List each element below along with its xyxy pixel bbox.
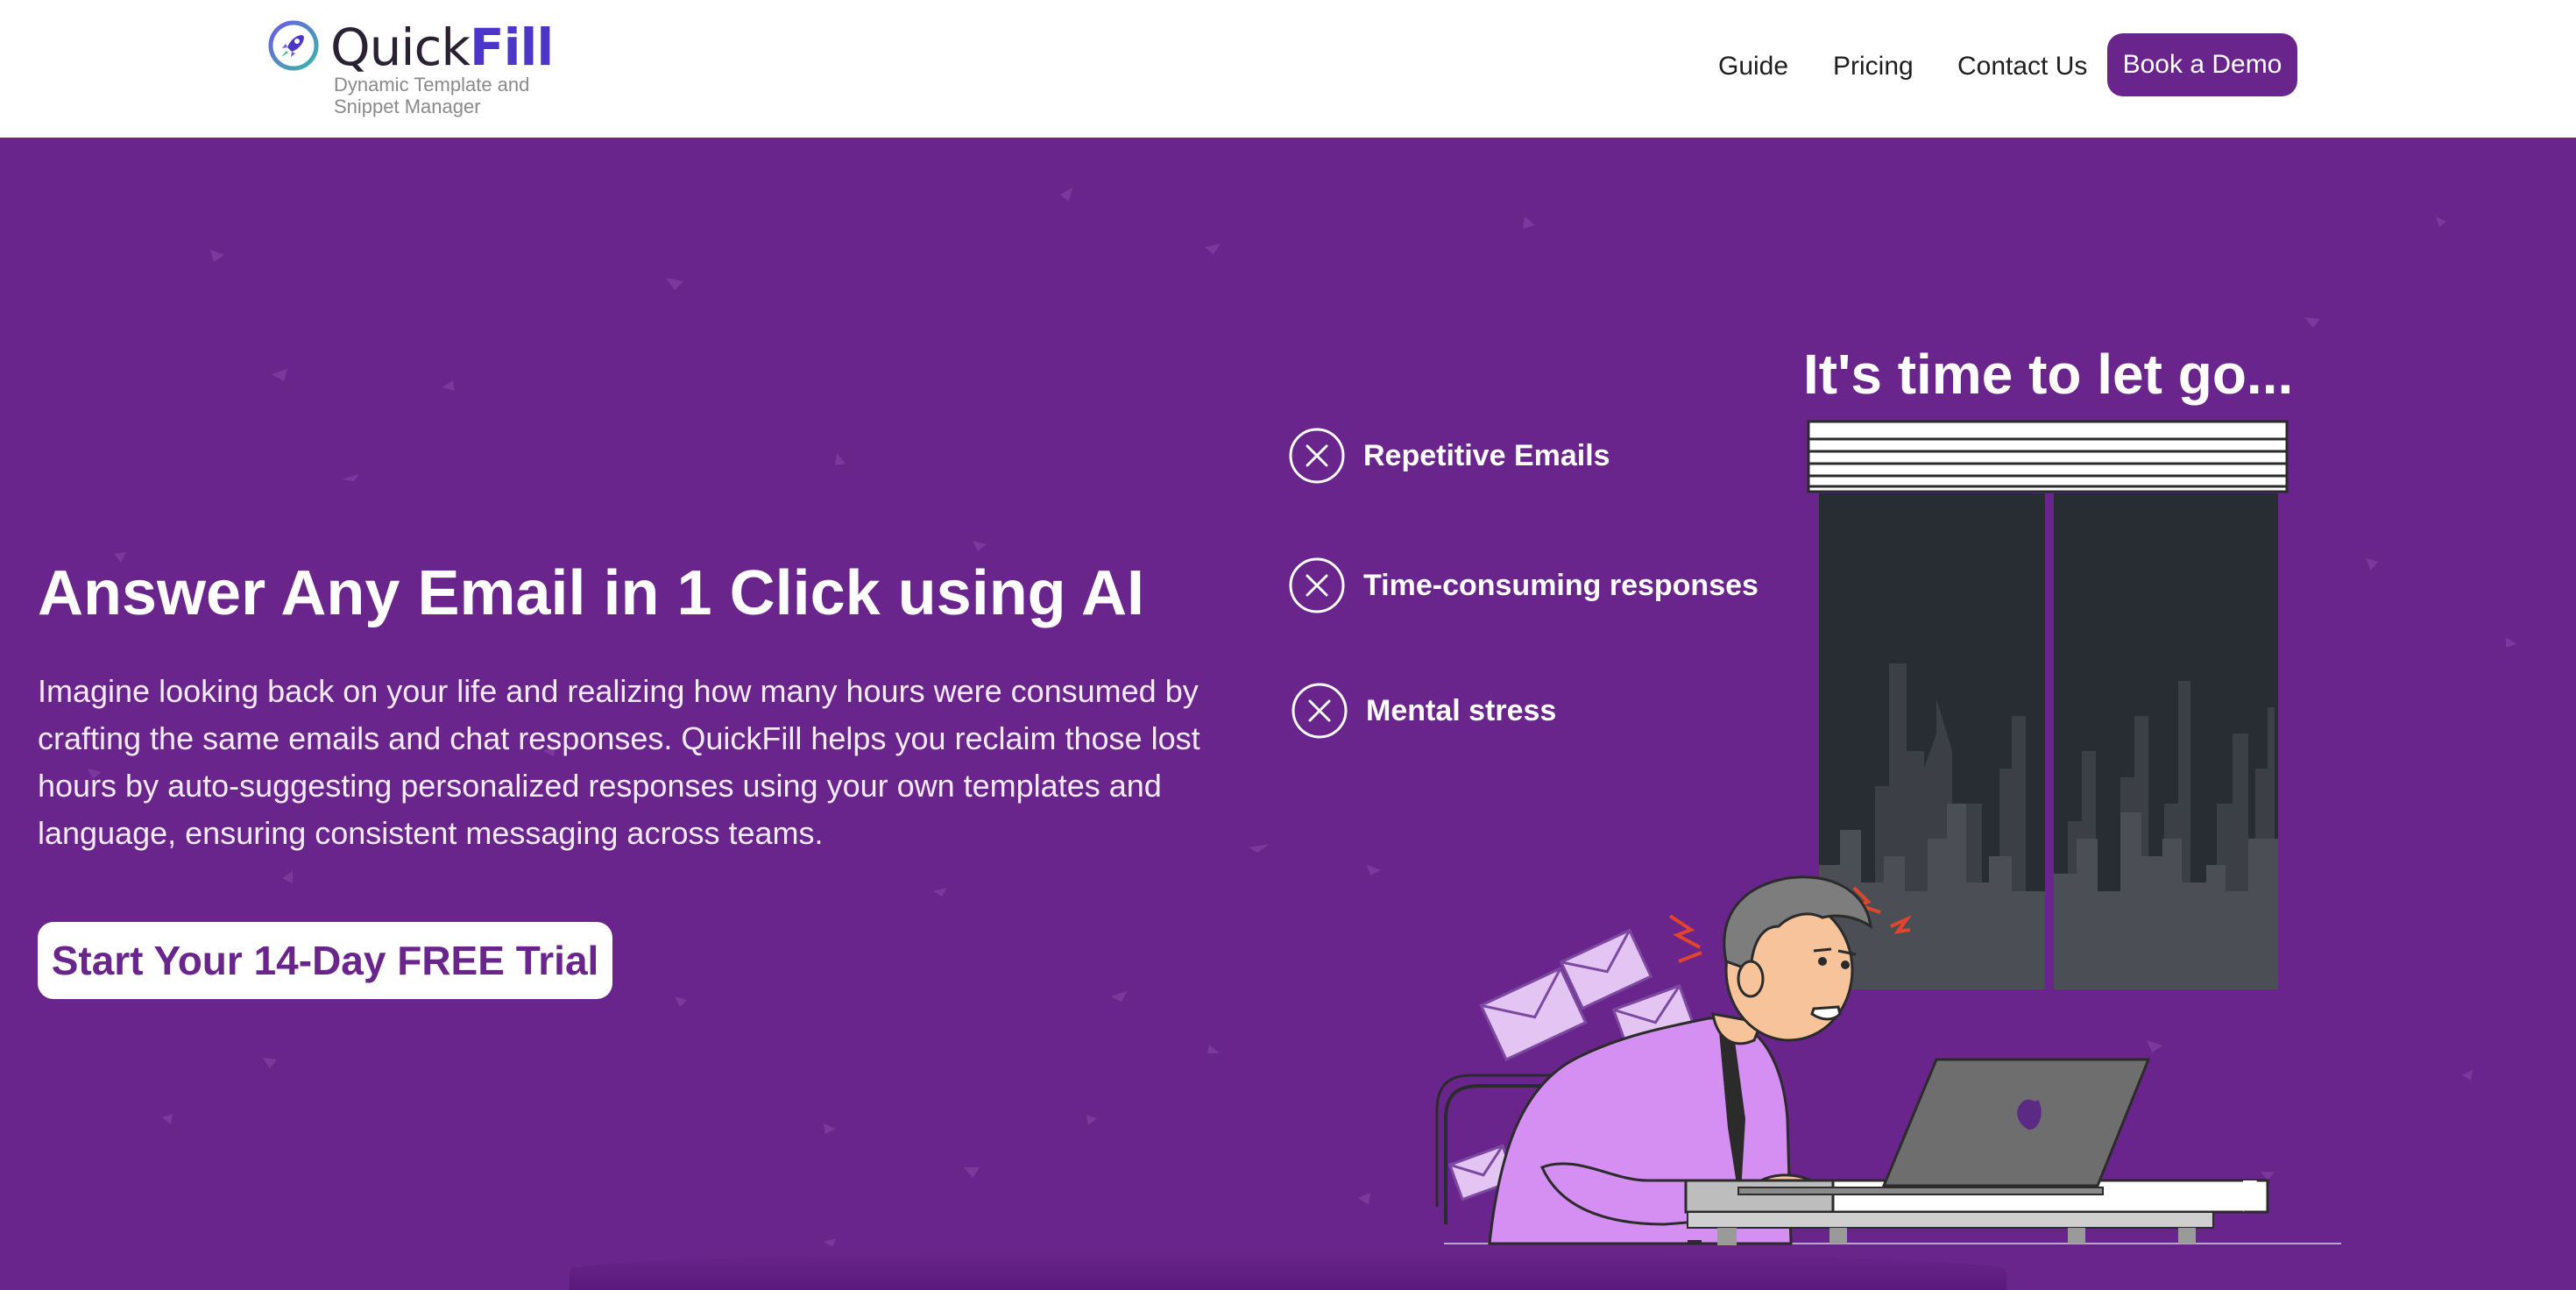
x-circle-icon (1292, 683, 1348, 739)
nav-link-guide[interactable]: Guide (1718, 49, 1788, 84)
hero-description: Imagine looking back on your life and re… (38, 673, 1200, 851)
hero-section: Answer Any Email in 1 Click using AI Ima… (0, 138, 2576, 1290)
brand-tagline: Dynamic Template and Snippet Manager (334, 74, 530, 117)
bottom-shadow (570, 1251, 2006, 1290)
hero-headline: Answer Any Email in 1 Click using AI (38, 558, 1144, 628)
x-circle-icon (1289, 428, 1345, 484)
logo[interactable]: QuickFill Dynamic Template and Snippet M… (267, 19, 554, 124)
start-free-trial-button[interactable]: Start Your 14-Day FREE Trial (38, 922, 612, 999)
window-blind (1807, 420, 2289, 493)
nav-link-pricing[interactable]: Pricing (1833, 49, 1914, 84)
illustration-title: It's time to let go... (1803, 343, 2294, 406)
x-circle-icon (1289, 557, 1345, 613)
site-header: QuickFill Dynamic Template and Snippet M… (0, 0, 2576, 138)
window (1819, 493, 2278, 989)
rocket-icon (268, 20, 319, 71)
laptop (1737, 1058, 2151, 1195)
stressed-worker-illustration (1435, 420, 2341, 1245)
nav-link-contact-us[interactable]: Contact Us (1957, 49, 2087, 84)
brand-name: QuickFill (330, 18, 554, 77)
book-demo-button[interactable]: Book a Demo (2107, 33, 2297, 96)
